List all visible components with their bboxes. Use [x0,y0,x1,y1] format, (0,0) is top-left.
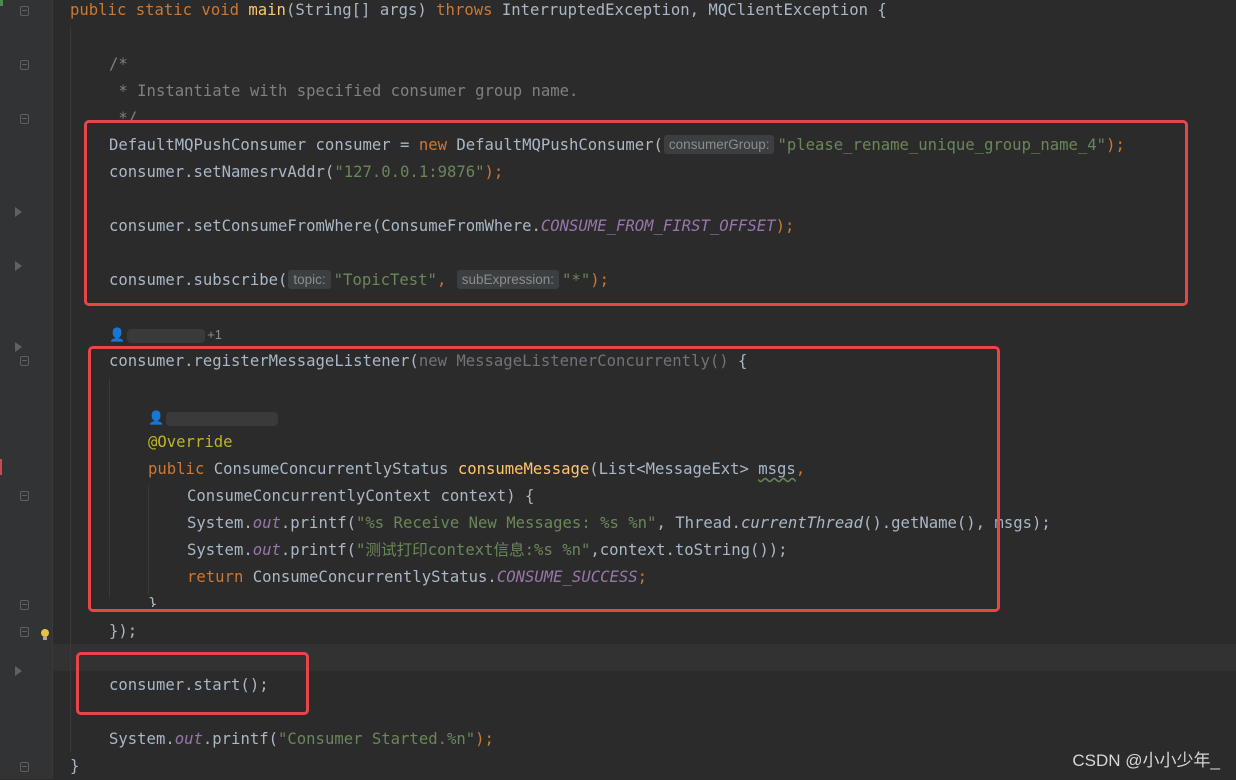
fold-icon[interactable] [20,60,29,70]
fold-icon[interactable] [20,491,29,501]
indent-guide [70,27,71,752]
expand-arrow-icon[interactable] [15,207,22,217]
token-keyword: public static void [70,1,249,19]
highlight-box-consumer-setup [84,120,1188,306]
token-comment: * Instantiate with specified consumer gr… [109,82,579,100]
token-comment: */ [109,109,138,120]
expand-arrow-icon[interactable] [15,342,22,352]
csdn-watermark: CSDN @小小少年_ [1072,751,1220,770]
code-line-started-printf: System.out.printf("Consumer Started.%n")… [109,726,494,753]
fold-icon[interactable] [20,114,29,124]
fold-icon[interactable] [20,600,29,610]
token-text: System. [109,730,175,748]
code-line-listener-close: }); [109,618,137,645]
code-line-comment-close: */ [109,105,137,120]
expand-arrow-icon[interactable] [15,261,22,271]
fold-icon[interactable] [20,6,29,16]
author-inlay-hint[interactable]: 👤 +1 [109,326,222,344]
token-static-field: out [174,730,203,748]
expand-arrow-icon[interactable] [15,666,22,676]
implements-marker [0,459,2,475]
highlight-box-start [76,652,309,715]
code-line-comment-open: /* [109,51,128,78]
author-count: +1 [207,327,223,342]
vcs-change-marker [0,0,3,6]
token-method: main [248,1,286,19]
highlight-box-listener [88,346,1000,612]
lightbulb-icon[interactable] [41,629,49,640]
token-text: InterruptedException, MQClientException … [501,1,887,19]
token-punct: ); [475,730,494,748]
token-comment: /* [109,55,128,73]
user-icon: 👤 [109,327,126,342]
token-keyword: throws [436,1,502,19]
code-line-main-close: } [70,753,79,780]
code-line-comment: * Instantiate with specified consumer gr… [109,78,578,105]
token-text: .printf( [202,730,278,748]
token-text: } [70,757,80,775]
fold-icon[interactable] [20,356,29,366]
redacted-author [127,328,206,343]
token-text: }); [109,622,138,640]
token-text: (String[] args) [285,1,437,19]
fold-icon[interactable] [20,627,29,637]
code-line-1: public static void main(String[] args) t… [70,0,887,24]
fold-icon[interactable] [20,762,29,772]
token-string: "Consumer Started.%n" [278,730,476,748]
